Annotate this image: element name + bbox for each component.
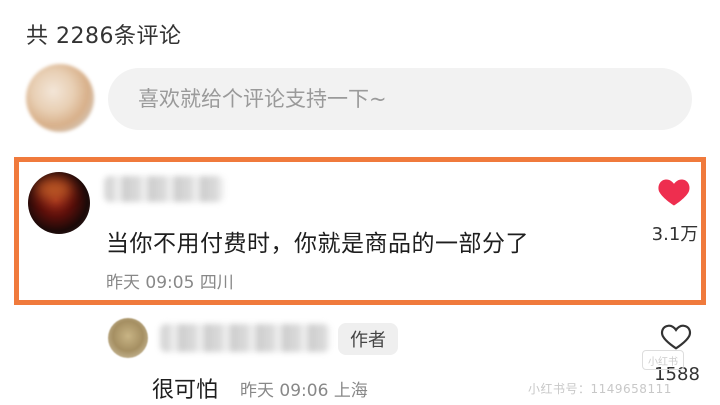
- comment-meta: 昨天 09:05 四川: [106, 268, 234, 293]
- author-badge: 作者: [338, 323, 398, 355]
- watermark-logo: 小红书: [642, 350, 684, 370]
- reply-author-name-blurred[interactable]: [160, 324, 330, 352]
- comment-count-header: 共 2286条评论: [26, 24, 182, 49]
- reply-text: 很可怕: [152, 378, 219, 403]
- comment-input[interactable]: [136, 86, 692, 112]
- comment-text: 当你不用付费时，你就是商品的一部分了: [106, 231, 529, 257]
- heart-filled-icon: [658, 179, 690, 206]
- reply-author-avatar[interactable]: [108, 318, 148, 358]
- reply-location: 上海: [333, 381, 368, 401]
- commenter-avatar[interactable]: [28, 172, 90, 234]
- watermark-text: 小红书号：1149658111: [528, 382, 672, 396]
- like-count-top-comment: 3.1万: [651, 224, 699, 245]
- comment-location: 四川: [199, 273, 234, 293]
- heart-outline-icon: [660, 324, 692, 350]
- commenter-name-blurred[interactable]: [104, 176, 224, 202]
- reply-time: 昨天 09:06: [240, 381, 329, 401]
- comment-time: 昨天 09:05: [106, 273, 195, 293]
- comment-input-box[interactable]: [108, 68, 692, 130]
- current-user-avatar[interactable]: [26, 64, 94, 132]
- like-button-top-comment[interactable]: [654, 171, 694, 211]
- reply-meta: 昨天 09:06 上海: [240, 376, 368, 401]
